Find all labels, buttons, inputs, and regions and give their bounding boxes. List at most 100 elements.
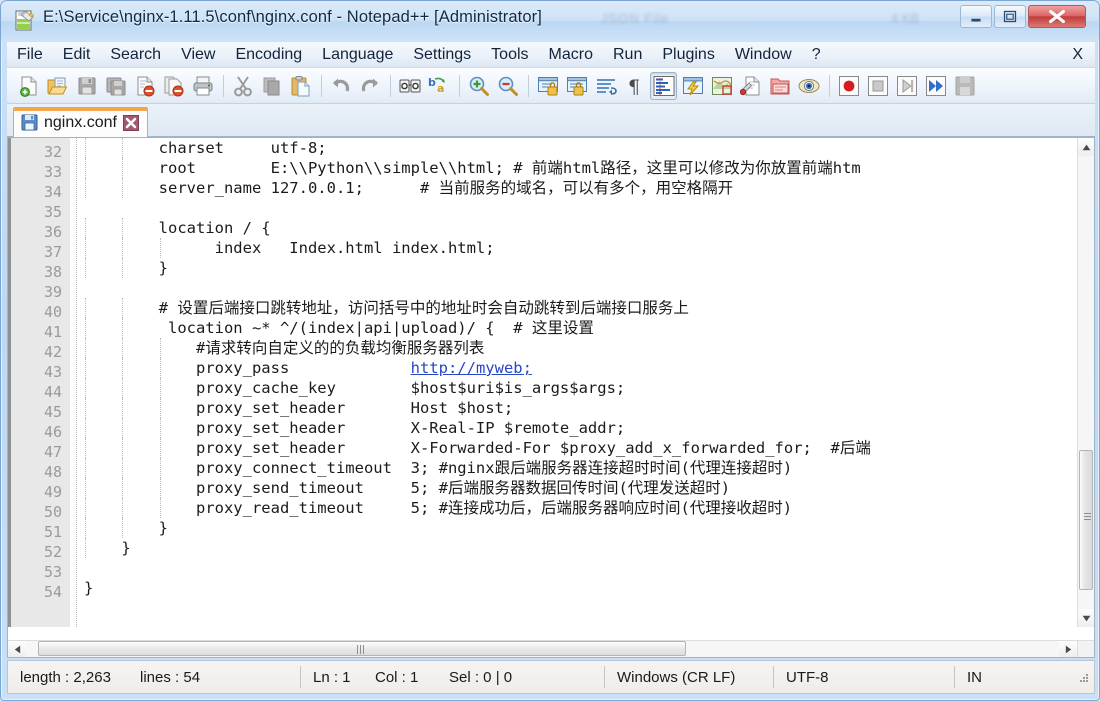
code-line[interactable]: proxy_set_header X-Real-IP $remote_addr; <box>84 418 1077 438</box>
redo-icon[interactable] <box>356 72 383 100</box>
status-eol-format[interactable]: Windows (CR LF) <box>605 661 773 693</box>
resize-grip-icon[interactable] <box>1075 669 1091 685</box>
menu-plugins[interactable]: Plugins <box>653 44 723 66</box>
code-line[interactable]: location / { <box>84 218 1077 238</box>
print-icon[interactable] <box>189 72 216 100</box>
scroll-left-button[interactable] <box>8 641 26 657</box>
word-wrap-icon[interactable] <box>592 72 619 100</box>
code-line[interactable]: proxy_connect_timeout 3; #nginx跟后端服务器连接超… <box>84 458 1077 478</box>
play-macro-icon[interactable] <box>893 72 920 100</box>
document-map-icon[interactable] <box>708 72 735 100</box>
code-folding-column[interactable] <box>70 138 84 627</box>
close-file-icon[interactable] <box>131 72 158 100</box>
redo-glyph <box>361 78 378 92</box>
menu-edit[interactable]: Edit <box>54 44 100 66</box>
minimize-button[interactable] <box>960 5 992 28</box>
code-line[interactable] <box>84 198 1077 218</box>
run-macro-multiple-icon[interactable] <box>922 72 949 100</box>
menu-tools[interactable]: Tools <box>482 44 537 66</box>
new-file-icon[interactable] <box>15 72 42 100</box>
close-all-files-icon[interactable] <box>160 72 187 100</box>
code-line[interactable]: charset utf-8; <box>84 138 1077 158</box>
monitoring-eye-icon[interactable] <box>795 72 822 100</box>
close-button[interactable] <box>1028 5 1086 28</box>
notepad-plus-plus-icon[interactable] <box>14 10 35 31</box>
save-icon[interactable] <box>73 72 100 100</box>
menu-settings[interactable]: Settings <box>404 44 480 66</box>
code-line[interactable] <box>84 558 1077 578</box>
code-line[interactable]: } <box>84 518 1077 538</box>
code-text: index Index.html index.html; <box>84 239 495 257</box>
menu-encoding[interactable]: Encoding <box>226 44 311 66</box>
line-number: 54 <box>43 583 62 601</box>
editor-scroll-area[interactable]: 32 33 34 35 36 37 38 39 40 41 42 43 44 45 46 47 48 49 50 51… <box>8 138 1077 627</box>
code-text: } <box>84 539 131 557</box>
cut-icon[interactable] <box>229 72 256 100</box>
code-line[interactable]: location ~* ^/(index|api|upload)/ { # 这里… <box>84 318 1077 338</box>
copy-icon[interactable] <box>258 72 285 100</box>
menu-window[interactable]: Window <box>726 44 801 66</box>
code-line[interactable]: proxy_pass http://myweb; <box>84 358 1077 378</box>
open-file-icon[interactable] <box>44 72 71 100</box>
zoom-out-icon[interactable] <box>494 72 521 100</box>
title-bar[interactable]: E:\Service\nginx-1.11.5\conf\nginx.conf … <box>1 1 1099 41</box>
code-line[interactable]: #请求转向自定义的的负载均衡服务器列表 <box>84 338 1077 358</box>
paste-icon[interactable] <box>287 72 314 100</box>
code-text-area[interactable]: charset utf-8; root E:\\Python\\simple\\… <box>84 138 1077 627</box>
horizontal-scrollbar-thumb[interactable] <box>38 641 686 656</box>
status-insert-mode[interactable]: IN <box>955 661 1075 693</box>
save-all-icon[interactable] <box>102 72 129 100</box>
tab-close-icon[interactable] <box>122 114 139 131</box>
function-list-icon[interactable] <box>737 72 764 100</box>
menu-help[interactable]: ? <box>803 44 830 66</box>
line-number: 53 <box>43 563 62 581</box>
record-macro-icon[interactable] <box>835 72 862 100</box>
code-line[interactable]: proxy_read_timeout 5; #连接成功后，后端服务器响应时间(代… <box>84 498 1077 518</box>
scroll-up-button[interactable] <box>1078 138 1094 156</box>
menu-language[interactable]: Language <box>313 44 402 66</box>
code-line[interactable]: # 设置后端接口跳转地址，访问括号中的地址时会自动跳转到后端接口服务上 <box>84 298 1077 318</box>
menu-view[interactable]: View <box>172 44 224 66</box>
code-line[interactable]: } <box>84 538 1077 558</box>
zoom-in-icon[interactable] <box>465 72 492 100</box>
indent-guideline-icon[interactable] <box>650 71 677 100</box>
stop-recording-icon[interactable] <box>864 72 891 100</box>
indent-guide <box>85 298 86 318</box>
sync-horizontal-scroll-icon[interactable] <box>563 72 590 100</box>
scroll-down-button[interactable] <box>1078 609 1094 627</box>
code-line[interactable]: proxy_send_timeout 5; #后端服务器数据回传时间(代理发送超… <box>84 478 1077 498</box>
scroll-right-button[interactable] <box>1059 641 1077 657</box>
horizontal-scrollbar[interactable] <box>8 640 1077 657</box>
code-line[interactable]: root E:\\Python\\simple\\html; # 前端html路… <box>84 158 1077 178</box>
close-document-button[interactable]: X <box>1066 44 1095 66</box>
code-line[interactable]: index Index.html index.html; <box>84 238 1077 258</box>
folder-as-workspace-icon[interactable] <box>766 72 793 100</box>
find-icon[interactable] <box>396 72 423 100</box>
code-line[interactable]: proxy_cache_key $host$uri$is_args$args; <box>84 378 1077 398</box>
user-defined-dialog-icon[interactable] <box>679 72 706 100</box>
maximize-button[interactable] <box>994 5 1026 28</box>
code-line[interactable]: proxy_set_header X-Forwarded-For $proxy_… <box>84 438 1077 458</box>
menu-run[interactable]: Run <box>604 44 651 66</box>
menu-file[interactable]: File <box>8 44 52 66</box>
code-line[interactable]: proxy_set_header Host $host; <box>84 398 1077 418</box>
undo-icon[interactable] <box>327 72 354 100</box>
code-line[interactable]: } <box>84 258 1077 278</box>
menu-search[interactable]: Search <box>101 44 170 66</box>
sync-vertical-scroll-icon[interactable] <box>534 72 561 100</box>
window-title: E:\Service\nginx-1.11.5\conf\nginx.conf … <box>43 8 542 26</box>
code-line[interactable] <box>84 278 1077 298</box>
tab-nginx-conf[interactable]: nginx.conf <box>13 107 148 137</box>
code-hyperlink[interactable]: http://myweb; <box>411 359 532 377</box>
status-encoding[interactable]: UTF-8 <box>774 661 954 693</box>
vertical-scrollbar-thumb[interactable] <box>1079 450 1093 590</box>
menu-macro[interactable]: Macro <box>540 44 602 66</box>
show-all-characters-icon[interactable]: ¶ <box>621 72 648 100</box>
save-macro-icon[interactable] <box>951 72 978 100</box>
toolbar-separator <box>459 74 460 97</box>
code-line[interactable]: } <box>84 578 1077 598</box>
code-line[interactable]: server_name 127.0.0.1; # 当前服务的域名，可以有多个，用… <box>84 178 1077 198</box>
replace-icon[interactable]: b a <box>425 72 452 100</box>
code-text: proxy_read_timeout 5; #连接成功后，后端服务器响应时间(代… <box>84 499 793 517</box>
vertical-scrollbar[interactable] <box>1077 138 1094 627</box>
